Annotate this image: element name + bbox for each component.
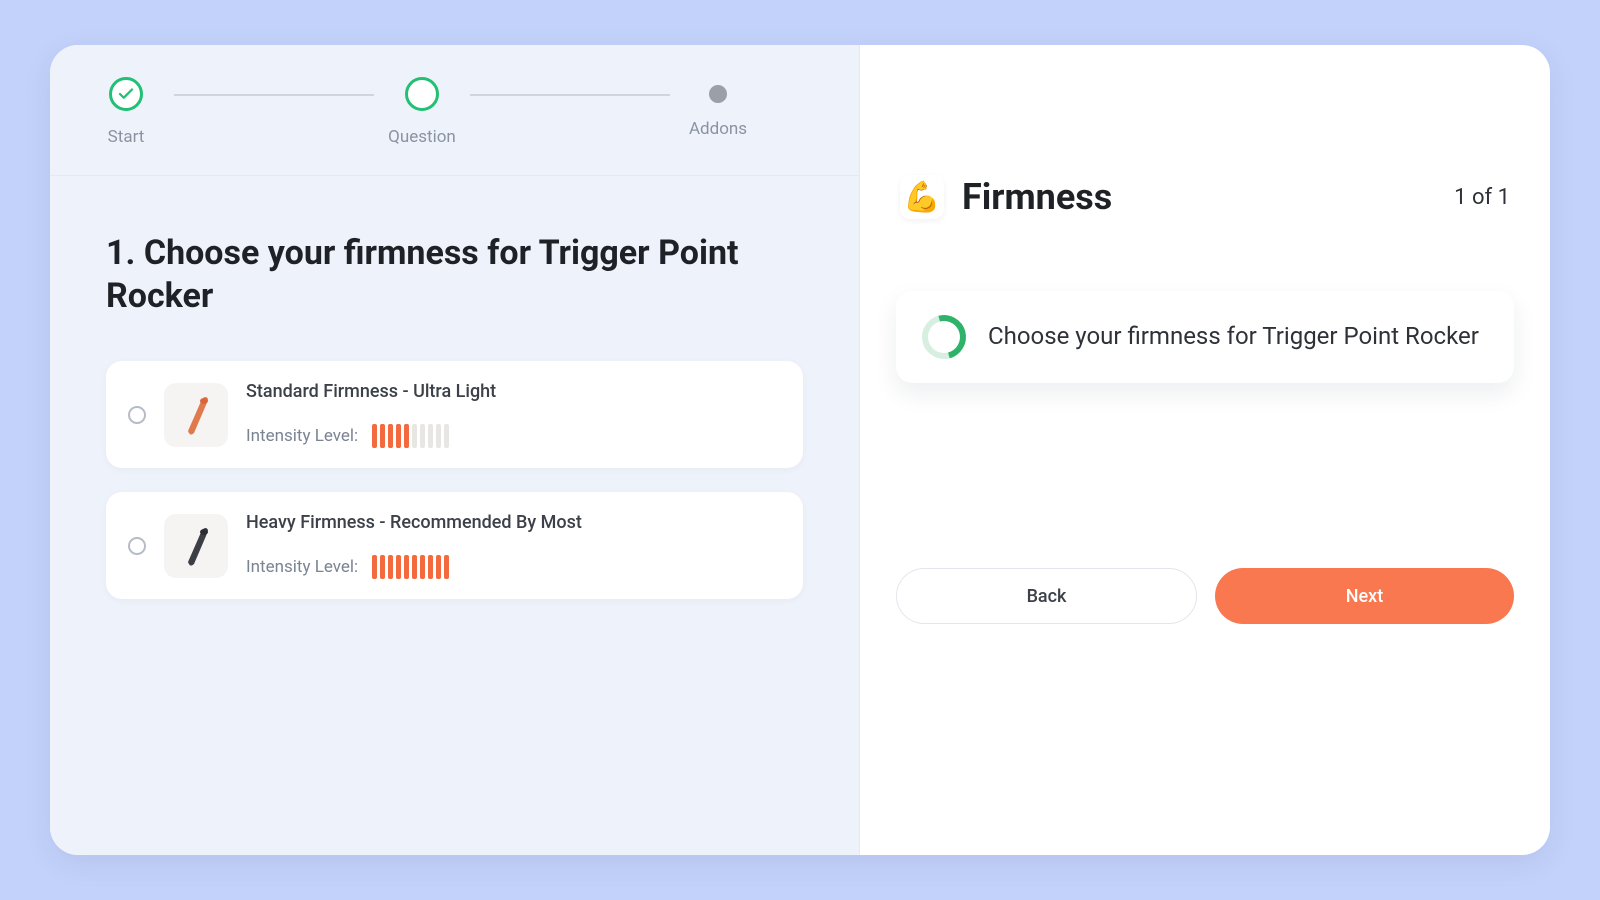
intensity-bar [436, 424, 441, 448]
intensity-bar [404, 555, 409, 579]
intensity-bar [428, 555, 433, 579]
intensity-bar [388, 555, 393, 579]
intensity-bar [388, 424, 393, 448]
right-header: 💪 Firmness 1 of 1 [896, 45, 1514, 219]
intensity-bar [428, 424, 433, 448]
next-button[interactable]: Next [1215, 568, 1514, 624]
intensity-label: Intensity Level: [246, 557, 358, 577]
intensity-bars [372, 555, 449, 579]
intensity-bars [372, 424, 449, 448]
dot-icon [709, 85, 727, 103]
stepper-step-start[interactable]: Start [86, 77, 166, 147]
intensity-bar [412, 555, 417, 579]
option-heavy-firmness[interactable]: Heavy Firmness - Recommended By Most Int… [106, 492, 803, 599]
intensity-bar [436, 555, 441, 579]
option-thumbnail [164, 514, 228, 578]
stepper-step-addons[interactable]: Addons [678, 77, 758, 139]
section-title: Firmness [962, 176, 1112, 218]
progress-spinner-icon [914, 307, 974, 367]
actions-row: Back Next [896, 568, 1514, 624]
option-standard-firmness[interactable]: Standard Firmness - Ultra Light Intensit… [106, 361, 803, 468]
back-button[interactable]: Back [896, 568, 1197, 624]
intensity-bar [444, 555, 449, 579]
right-title-wrap: 💪 Firmness [900, 175, 1112, 219]
question-body: 1. Choose your firmness for Trigger Poin… [50, 176, 859, 599]
intensity-label: Intensity Level: [246, 426, 358, 446]
circle-icon [405, 77, 439, 111]
option-title: Heavy Firmness - Recommended By Most [246, 512, 781, 533]
step-counter: 1 of 1 [1454, 185, 1510, 210]
summary-text: Choose your firmness for Trigger Point R… [988, 320, 1479, 354]
intensity-row: Intensity Level: [246, 555, 781, 579]
options-list: Standard Firmness - Ultra Light Intensit… [106, 361, 803, 599]
stepper-divider [174, 94, 374, 96]
option-text: Heavy Firmness - Recommended By Most Int… [246, 512, 781, 579]
intensity-bar [396, 424, 401, 448]
option-text: Standard Firmness - Ultra Light Intensit… [246, 381, 781, 448]
option-thumbnail [164, 383, 228, 447]
intensity-bar [420, 555, 425, 579]
intensity-bar [412, 424, 417, 448]
intensity-bar [380, 555, 385, 579]
radio-unchecked-icon[interactable] [128, 537, 146, 555]
right-panel: 💪 Firmness 1 of 1 Choose your firmness f… [860, 45, 1550, 855]
intensity-bar [404, 424, 409, 448]
intensity-bar [372, 555, 377, 579]
intensity-row: Intensity Level: [246, 424, 781, 448]
wizard-card: Start Question Addons 1. Choose your fir… [50, 45, 1550, 855]
check-icon [109, 77, 143, 111]
summary-card: Choose your firmness for Trigger Point R… [896, 291, 1514, 383]
intensity-bar [444, 424, 449, 448]
stepper: Start Question Addons [50, 45, 859, 176]
intensity-bar [396, 555, 401, 579]
stepper-label: Question [388, 127, 456, 147]
stepper-divider [470, 94, 670, 96]
option-title: Standard Firmness - Ultra Light [246, 381, 781, 402]
stepper-label: Start [108, 127, 145, 147]
stepper-step-question[interactable]: Question [382, 77, 462, 147]
radio-unchecked-icon[interactable] [128, 406, 146, 424]
stepper-label: Addons [689, 119, 747, 139]
left-panel: Start Question Addons 1. Choose your fir… [50, 45, 860, 855]
intensity-bar [372, 424, 377, 448]
intensity-bar [380, 424, 385, 448]
muscle-icon: 💪 [900, 175, 944, 219]
question-title: 1. Choose your firmness for Trigger Poin… [106, 232, 803, 317]
intensity-bar [420, 424, 425, 448]
